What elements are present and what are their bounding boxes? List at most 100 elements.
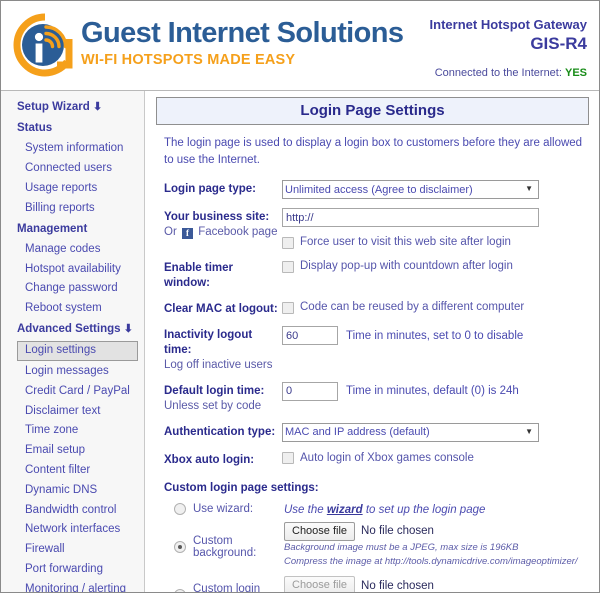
sidebar-item-reboot-system[interactable]: Reboot system — [1, 299, 144, 319]
sidebar-item-credit-card-paypal[interactable]: Credit Card / PayPal — [1, 382, 144, 402]
header-status-block: Internet Hotspot Gateway GIS-R4 Connecte… — [430, 17, 587, 79]
facebook-icon: f — [181, 228, 193, 240]
product-title: Internet Hotspot Gateway — [429, 17, 587, 32]
custom-background-note-line2: Compress the image at http://tools.dynam… — [284, 555, 578, 567]
custom-login-page-file-status: No file chosen — [361, 579, 434, 592]
sidebar-group-setup-wizard[interactable]: Setup Wizard ⬇ — [1, 97, 144, 118]
inactivity-logout-hint: Time in minutes, set to 0 to disable — [346, 329, 524, 342]
custom-login-page-label: Custom login page: — [193, 583, 261, 593]
main-content: Login Page Settings The login page is us… — [146, 91, 599, 592]
default-login-time-input[interactable] — [282, 381, 338, 401]
xbox-auto-login-checkbox[interactable] — [282, 452, 294, 465]
field-row-clear-mac: Clear MAC at logout: Code can be reused … — [164, 300, 589, 317]
force-visit-checkbox-row[interactable]: Force user to visit this web site after … — [282, 235, 589, 250]
sidebar-item-content-filter[interactable]: Content filter — [1, 461, 144, 481]
use-wizard-label-group[interactable]: Use wizard: — [174, 502, 284, 515]
sidebar-group-label: Management — [17, 222, 88, 235]
business-site-label: Your business site: Or f Facebook page — [164, 208, 282, 240]
brand-tagline: WI-FI HOTSPOTS MADE EASY — [81, 52, 296, 68]
sidebar-group-label: Setup Wizard — [17, 101, 90, 113]
default-login-time-label: Default login time: Unless set by code — [164, 382, 282, 414]
custom-login-page-radio[interactable] — [174, 589, 186, 592]
custom-background-note-line1: Background image must be a JPEG, max siz… — [284, 541, 519, 553]
default-login-time-hint: Time in minutes, default (0) is 24h — [346, 385, 519, 398]
chevron-down-icon: ⬇ — [92, 101, 103, 113]
field-row-business-site: Your business site: Or f Facebook page F… — [164, 208, 589, 250]
custom-background-file-status: No file chosen — [361, 525, 434, 538]
default-login-time-sub-label: Unless set by code — [164, 399, 262, 412]
use-wizard-radio[interactable] — [174, 502, 186, 515]
force-visit-checkbox[interactable] — [282, 236, 294, 249]
field-row-authentication-type: Authentication type: MAC and IP address … — [164, 422, 589, 442]
chevron-down-icon: ⬇ — [123, 323, 133, 336]
force-visit-label: Force user to visit this web site after … — [300, 236, 511, 249]
sidebar-item-manage-codes[interactable]: Manage codes — [1, 240, 144, 260]
sidebar-navigation: Setup Wizard ⬇ Status System information… — [1, 91, 145, 592]
sidebar-item-login-settings[interactable]: Login settings — [17, 341, 138, 362]
sidebar-item-monitoring-alerting[interactable]: Monitoring / alerting — [1, 580, 144, 592]
brand-text-block: Guest Internet Solutions WI-FI HOTSPOTS … — [81, 17, 404, 69]
custom-background-choose-file-button[interactable]: Choose file — [284, 521, 356, 541]
clear-mac-label: Clear MAC at logout: — [164, 303, 278, 316]
timer-window-checkbox-label: Display pop-up with countdown after logi… — [300, 260, 513, 273]
application-window: Guest Internet Solutions WI-FI HOTSPOTS … — [0, 0, 600, 593]
field-row-xbox-auto-login: Xbox auto login: Auto login of Xbox game… — [164, 451, 589, 468]
brand-name: Guest Internet Solutions — [81, 17, 404, 49]
custom-login-page-section-title: Custom login page settings: — [164, 481, 319, 494]
clear-mac-checkbox-label: Code can be reused by a different comput… — [300, 301, 525, 314]
custom-login-page-label-group[interactable]: Custom login page: — [174, 576, 284, 593]
field-row-default-login-time: Default login time: Unless set by code T… — [164, 381, 589, 414]
sidebar-item-change-password[interactable]: Change password — [1, 279, 144, 299]
use-wizard-note: Use the wizard to set up the login page — [284, 503, 486, 516]
timer-window-checkbox-row[interactable]: Display pop-up with countdown after logi… — [282, 259, 589, 274]
guest-internet-wifi-logo-icon — [13, 13, 73, 77]
use-wizard-label: Use wizard: — [193, 502, 254, 515]
xbox-auto-login-label: Xbox auto login: — [164, 453, 255, 466]
login-page-type-select[interactable]: Unlimited access (Agree to disclaimer) — [282, 180, 539, 200]
timer-window-checkbox[interactable] — [282, 260, 294, 273]
sidebar-item-connected-users[interactable]: Connected users — [1, 159, 144, 179]
field-row-timer-window: Enable timer window: Display pop-up with… — [164, 259, 589, 291]
custom-login-page-file-picker: Choose file No file chosen — [284, 576, 589, 592]
business-site-input[interactable] — [282, 208, 539, 228]
inactivity-logout-sub-label: Log off inactive users — [164, 358, 273, 371]
sidebar-item-firewall[interactable]: Firewall — [1, 540, 144, 560]
sidebar-item-port-forwarding[interactable]: Port forwarding — [1, 560, 144, 580]
wizard-link[interactable]: wizard — [327, 504, 363, 516]
sidebar-group-advanced-settings[interactable]: Advanced Settings ⬇ — [1, 319, 144, 340]
sidebar-group-label: Status — [17, 122, 53, 135]
sidebar-item-time-zone[interactable]: Time zone — [1, 421, 144, 441]
inactivity-logout-label: Inactivity logout time: Log off inactive… — [164, 326, 282, 373]
connection-status: Connected to the Internet: YES — [430, 67, 587, 79]
option-row-custom-login-page: Custom login page: Choose file No file c… — [174, 576, 589, 593]
page-header: Guest Internet Solutions WI-FI HOTSPOTS … — [1, 1, 599, 91]
sidebar-item-billing-reports[interactable]: Billing reports — [1, 199, 144, 219]
xbox-auto-login-checkbox-row[interactable]: Auto login of Xbox games console — [282, 451, 589, 466]
sidebar-item-bandwidth-control[interactable]: Bandwidth control — [1, 501, 144, 521]
sidebar-item-login-messages[interactable]: Login messages — [1, 362, 144, 382]
sidebar-group-management[interactable]: Management — [1, 219, 144, 240]
sidebar-item-network-interfaces[interactable]: Network interfaces — [1, 520, 144, 540]
business-site-sub-label: Or f Facebook page — [164, 226, 278, 240]
sidebar-item-hotspot-availability[interactable]: Hotspot availability — [1, 260, 144, 280]
sidebar-item-system-information[interactable]: System information — [1, 139, 144, 159]
sidebar-item-disclaimer-text[interactable]: Disclaimer text — [1, 402, 144, 422]
option-row-custom-background: Custom background: Choose file No file c… — [174, 521, 589, 569]
sidebar-item-dynamic-dns[interactable]: Dynamic DNS — [1, 481, 144, 501]
page-body: Setup Wizard ⬇ Status System information… — [1, 91, 599, 592]
clear-mac-checkbox-row[interactable]: Code can be reused by a different comput… — [282, 300, 589, 315]
sidebar-item-email-setup[interactable]: Email setup — [1, 441, 144, 461]
sidebar-group-status[interactable]: Status — [1, 118, 144, 139]
clear-mac-checkbox[interactable] — [282, 301, 294, 314]
product-model: GIS-R4 — [530, 34, 587, 54]
custom-background-label-group[interactable]: Custom background: — [174, 522, 284, 559]
custom-background-radio[interactable] — [174, 540, 186, 553]
timer-window-label: Enable timer window: — [164, 262, 234, 290]
inactivity-logout-input[interactable] — [282, 326, 338, 346]
field-row-inactivity-logout: Inactivity logout time: Log off inactive… — [164, 326, 589, 373]
authentication-type-select[interactable]: MAC and IP address (default) — [282, 422, 539, 442]
sidebar-item-usage-reports[interactable]: Usage reports — [1, 179, 144, 199]
custom-login-page-choose-file-button[interactable]: Choose file — [284, 576, 356, 592]
option-row-use-wizard: Use wizard: Use the wizard to set up the… — [174, 502, 589, 516]
xbox-auto-login-checkbox-label: Auto login of Xbox games console — [300, 451, 474, 464]
